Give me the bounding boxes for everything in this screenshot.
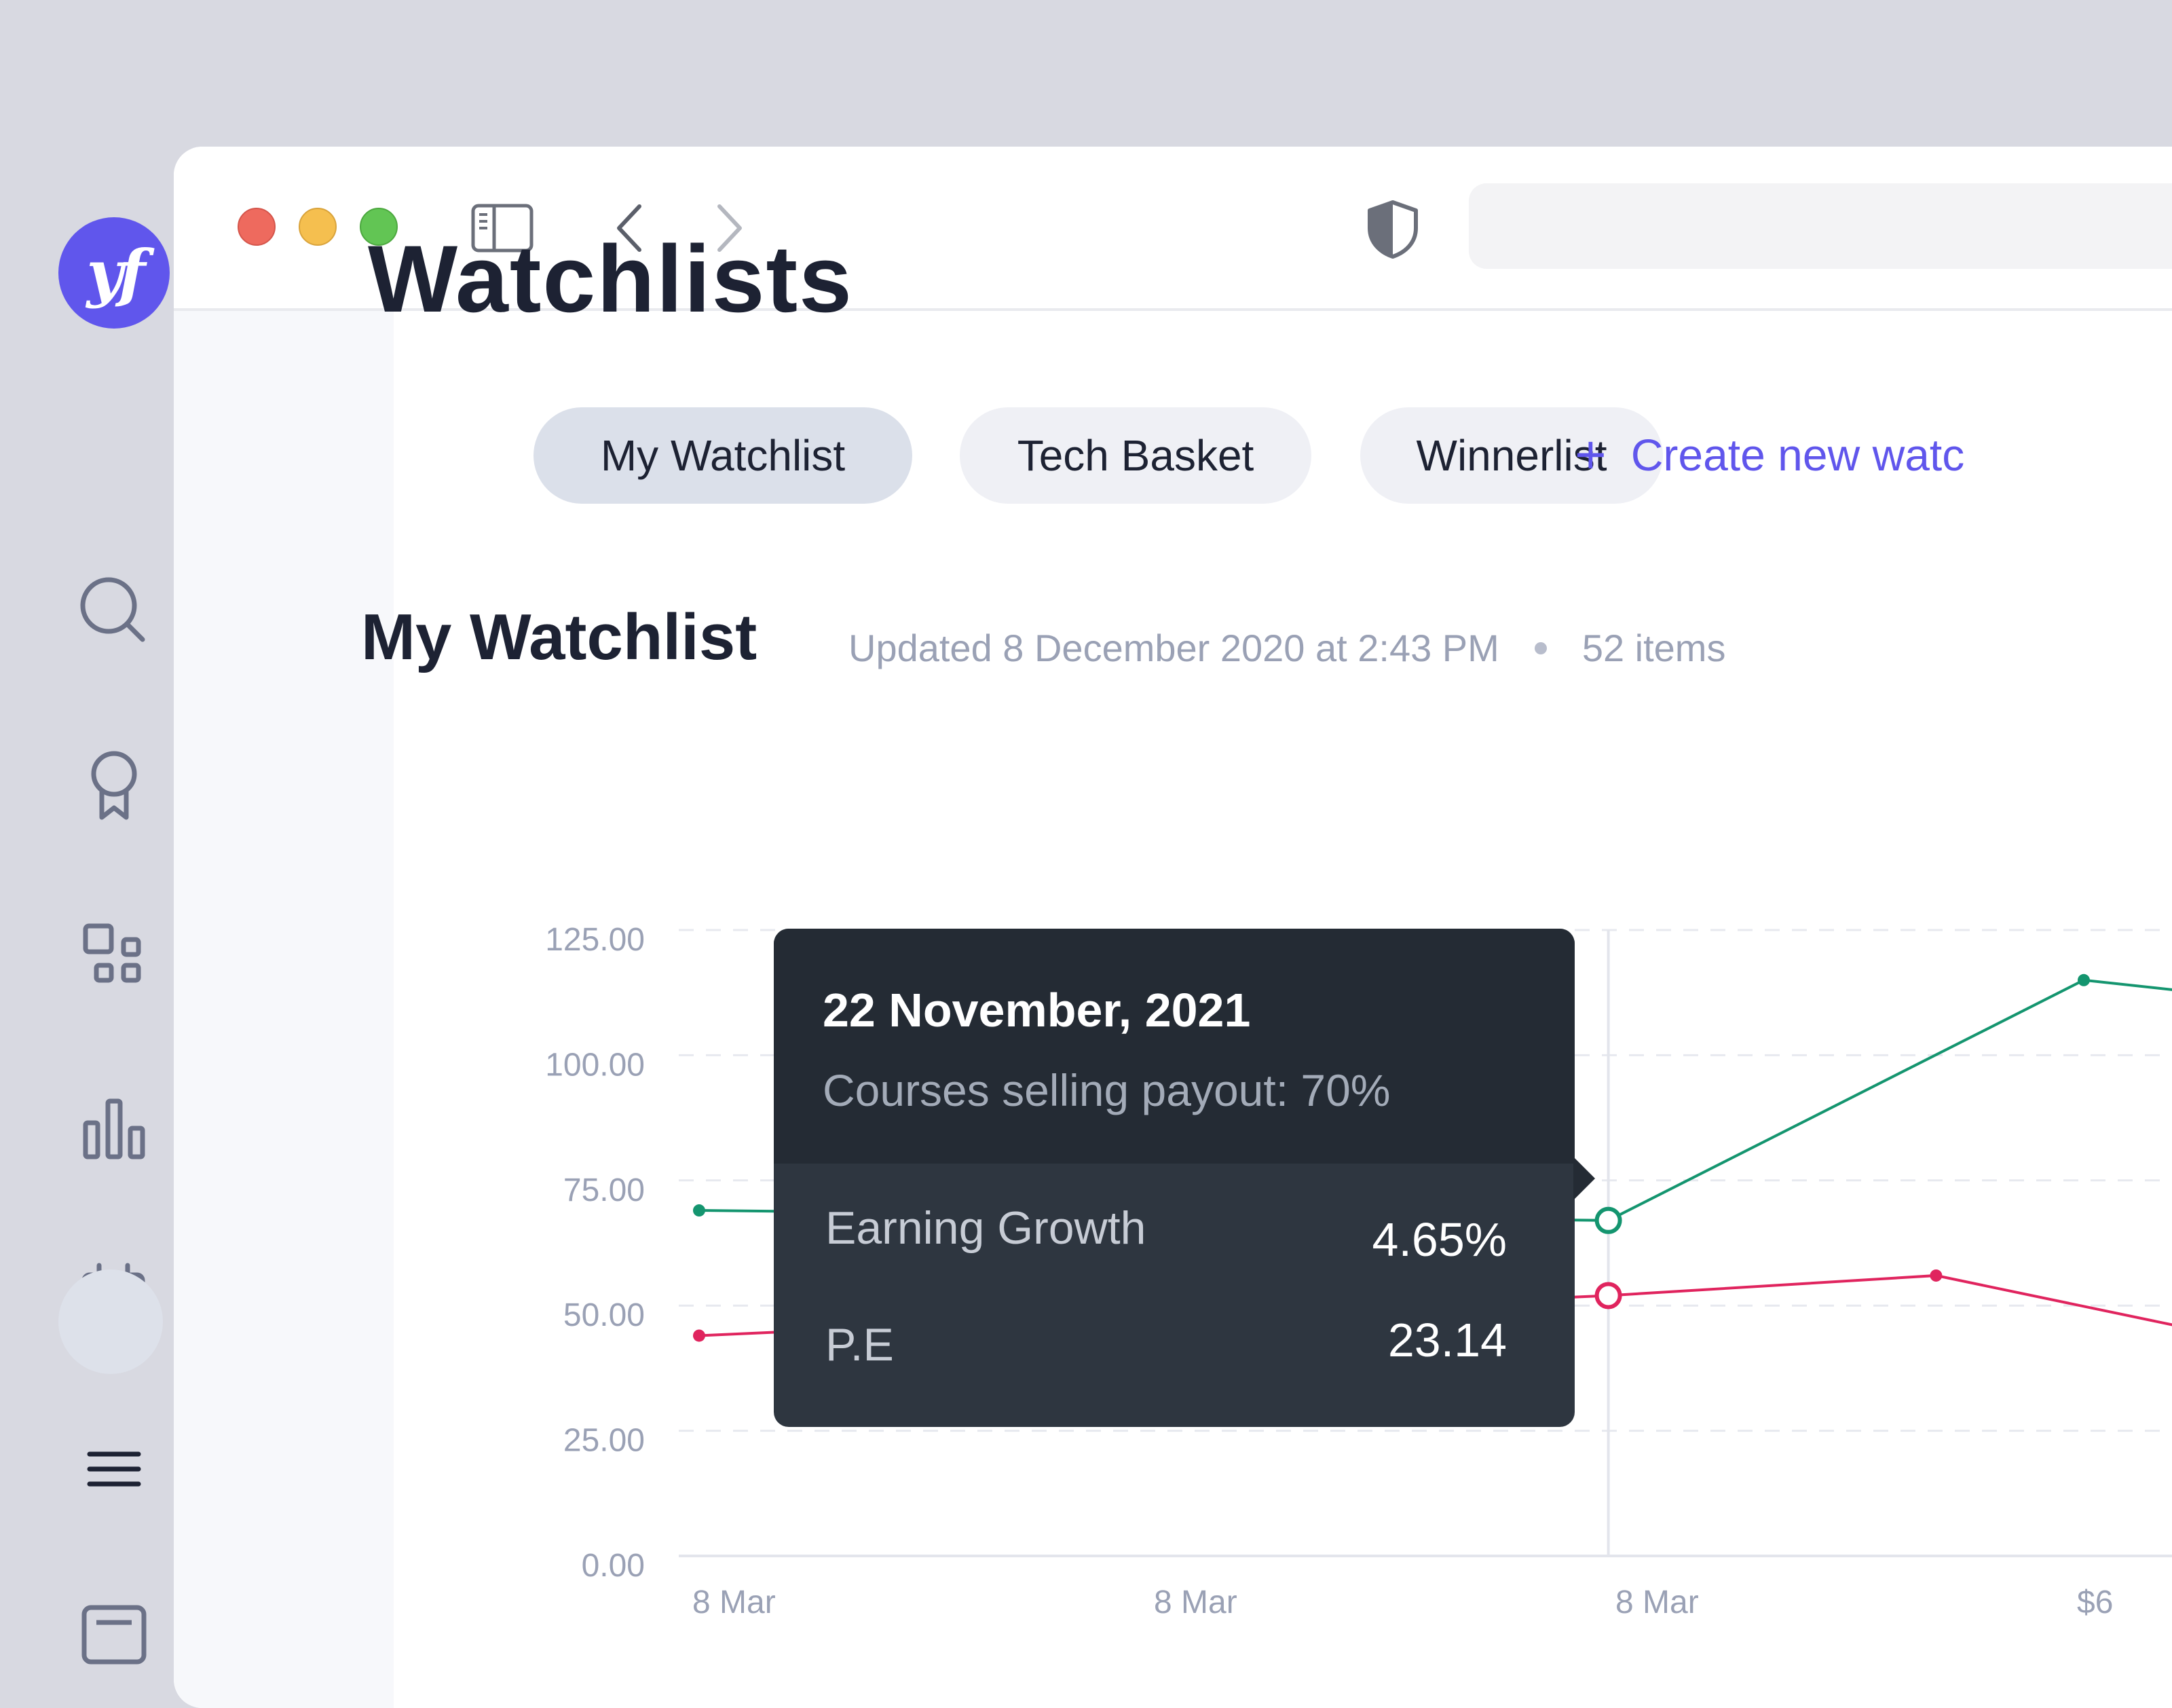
tooltip-row-value: 23.14 [1387,1314,1507,1367]
tooltip-header [774,929,1575,1164]
y-tick-label: 125.00 [545,922,645,958]
tooltip-row-label: Earning Growth [825,1202,1146,1254]
tooltip-arrow [1573,1157,1595,1200]
y-tick-label: 0.00 [582,1548,645,1584]
tooltip-subtitle: Courses selling payout: 70% [823,1065,1391,1115]
highlight-point [1594,1282,1622,1310]
y-tick-label: 25.00 [563,1423,645,1459]
x-tick-label: 8 Mar [1615,1584,1699,1620]
x-tick-label: $6 [2077,1584,2113,1620]
data-point [693,1329,705,1342]
y-tick-label: 75.00 [563,1172,645,1208]
tooltip-row-label: P.E [825,1319,894,1371]
tooltip-date: 22 November, 2021 [823,984,1251,1037]
y-tick-label: 100.00 [545,1047,645,1083]
data-point [1930,1269,1943,1282]
tooltip-row-value: 4.65% [1372,1213,1507,1266]
data-point [693,1204,705,1217]
data-point [2078,973,2090,986]
highlight-point [1594,1206,1622,1234]
chart-tooltip: 22 November, 2021 Courses selling payout… [774,929,1595,1427]
x-tick-label: 8 Mar [692,1584,776,1620]
x-tick-label: 8 Mar [1154,1584,1237,1620]
y-tick-label: 50.00 [563,1297,645,1333]
